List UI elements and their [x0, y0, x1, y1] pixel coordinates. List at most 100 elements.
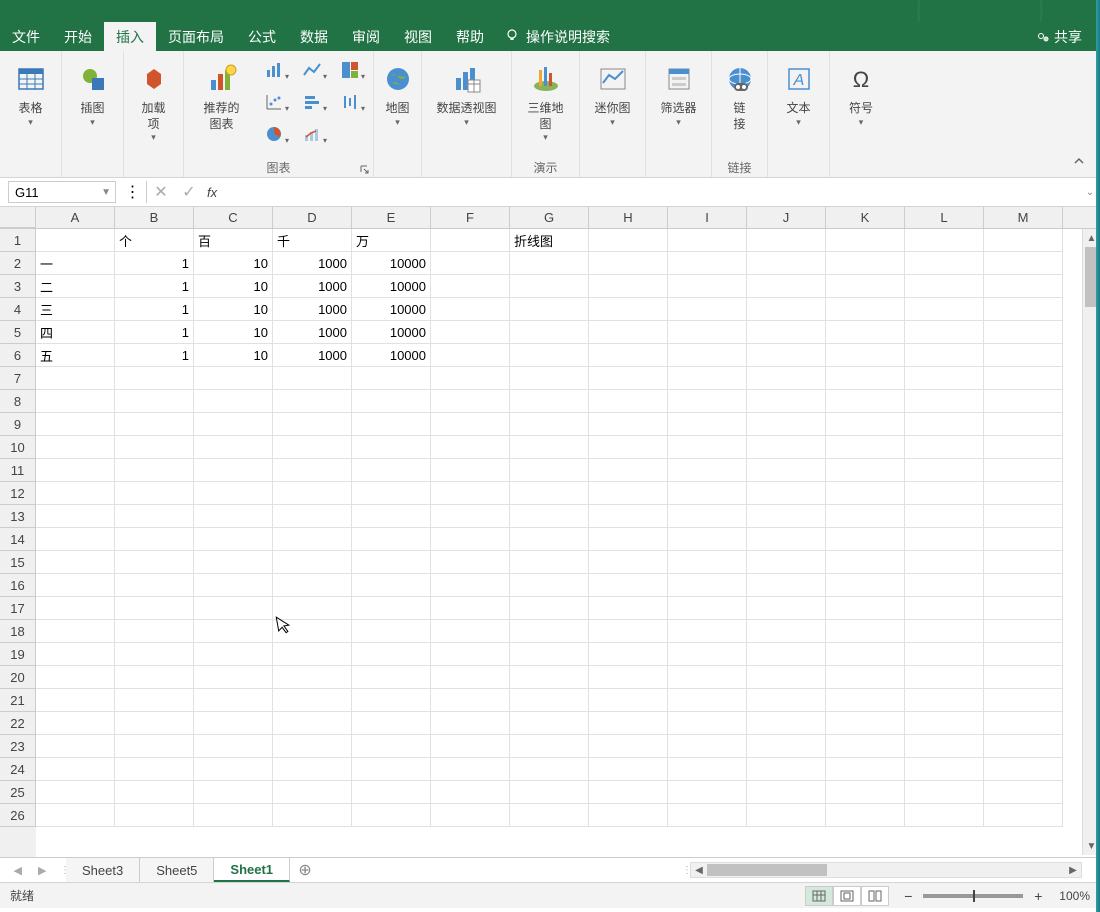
cell[interactable]: [826, 413, 905, 436]
cell[interactable]: [905, 689, 984, 712]
recommended-charts-button[interactable]: 推荐的 图表: [190, 55, 253, 136]
cell[interactable]: [668, 712, 747, 735]
cell[interactable]: [905, 275, 984, 298]
cell[interactable]: [431, 551, 510, 574]
cell[interactable]: [826, 804, 905, 827]
hscroll-thumb[interactable]: [707, 864, 827, 876]
page-break-view-button[interactable]: [861, 886, 889, 906]
row-header[interactable]: 7: [0, 367, 36, 390]
3d-map-button[interactable]: 三维地 图 ▾: [518, 55, 573, 148]
sparklines-button[interactable]: 迷你图 ▾: [586, 55, 639, 132]
cell[interactable]: [194, 551, 273, 574]
cell[interactable]: [984, 620, 1063, 643]
cell[interactable]: [668, 666, 747, 689]
cell[interactable]: [431, 666, 510, 689]
cell[interactable]: 万: [352, 229, 431, 252]
cell[interactable]: [115, 689, 194, 712]
cell[interactable]: [984, 436, 1063, 459]
cell[interactable]: [747, 666, 826, 689]
cell[interactable]: [36, 229, 115, 252]
cell[interactable]: [36, 574, 115, 597]
cell[interactable]: [747, 367, 826, 390]
menu-item-帮助[interactable]: 帮助: [444, 22, 496, 51]
cell[interactable]: [510, 505, 589, 528]
zoom-slider[interactable]: [923, 894, 1023, 898]
cell[interactable]: [826, 689, 905, 712]
cell[interactable]: [115, 505, 194, 528]
cell[interactable]: [589, 390, 668, 413]
cell[interactable]: [194, 712, 273, 735]
cell[interactable]: [747, 275, 826, 298]
cell[interactable]: [431, 298, 510, 321]
cell[interactable]: [826, 505, 905, 528]
cell[interactable]: [905, 574, 984, 597]
illustrations-button[interactable]: 插图 ▾: [68, 55, 117, 132]
cell[interactable]: [747, 574, 826, 597]
cell[interactable]: [826, 758, 905, 781]
cell[interactable]: [36, 666, 115, 689]
cell[interactable]: [668, 390, 747, 413]
zoom-level[interactable]: 100%: [1059, 889, 1090, 903]
cell[interactable]: [115, 528, 194, 551]
row-header[interactable]: 6: [0, 344, 36, 367]
cell[interactable]: [668, 781, 747, 804]
column-header[interactable]: I: [668, 207, 747, 228]
cell[interactable]: [984, 252, 1063, 275]
cell[interactable]: [510, 574, 589, 597]
cell[interactable]: 10: [194, 344, 273, 367]
symbol-button[interactable]: Ω 符号 ▾: [836, 55, 886, 132]
cell[interactable]: [984, 344, 1063, 367]
cell[interactable]: [273, 574, 352, 597]
cell[interactable]: [747, 229, 826, 252]
cell[interactable]: [826, 367, 905, 390]
row-header[interactable]: 19: [0, 643, 36, 666]
cell[interactable]: [510, 758, 589, 781]
cell[interactable]: [747, 298, 826, 321]
cell[interactable]: [984, 574, 1063, 597]
cell[interactable]: [589, 804, 668, 827]
cell[interactable]: [984, 390, 1063, 413]
cell[interactable]: [747, 436, 826, 459]
cell[interactable]: [431, 689, 510, 712]
cell[interactable]: [747, 459, 826, 482]
cell[interactable]: 四: [36, 321, 115, 344]
cell[interactable]: [36, 712, 115, 735]
cell[interactable]: [352, 436, 431, 459]
sheet-tab[interactable]: Sheet1: [214, 858, 290, 882]
cell[interactable]: [668, 436, 747, 459]
scatter-chart-button[interactable]: ▾: [257, 87, 291, 117]
cell[interactable]: [747, 505, 826, 528]
cell[interactable]: [826, 459, 905, 482]
cell[interactable]: [826, 735, 905, 758]
cell[interactable]: [510, 689, 589, 712]
cell[interactable]: [826, 597, 905, 620]
cell[interactable]: [36, 505, 115, 528]
more-charts-button[interactable]: [333, 119, 367, 149]
cell[interactable]: [747, 528, 826, 551]
cell[interactable]: 10: [194, 298, 273, 321]
menu-item-公式[interactable]: 公式: [236, 22, 288, 51]
cell[interactable]: [115, 735, 194, 758]
cell[interactable]: [747, 758, 826, 781]
cell[interactable]: [194, 505, 273, 528]
sheet-tab[interactable]: Sheet3: [66, 858, 140, 882]
cell[interactable]: [273, 712, 352, 735]
cell[interactable]: [115, 551, 194, 574]
fx-label[interactable]: fx: [207, 185, 217, 200]
cell[interactable]: [431, 275, 510, 298]
cell[interactable]: [984, 321, 1063, 344]
cell[interactable]: 10000: [352, 321, 431, 344]
menu-item-插入[interactable]: 插入: [104, 22, 156, 51]
row-header[interactable]: 8: [0, 390, 36, 413]
cell[interactable]: [352, 551, 431, 574]
cell[interactable]: [905, 781, 984, 804]
column-header[interactable]: C: [194, 207, 273, 228]
cell[interactable]: [352, 781, 431, 804]
hscroll-split-handle[interactable]: ⋮: [682, 865, 690, 876]
menu-item-开始[interactable]: 开始: [52, 22, 104, 51]
row-header[interactable]: 22: [0, 712, 36, 735]
row-header[interactable]: 16: [0, 574, 36, 597]
cell[interactable]: [747, 413, 826, 436]
row-header[interactable]: 24: [0, 758, 36, 781]
cell[interactable]: 10: [194, 252, 273, 275]
